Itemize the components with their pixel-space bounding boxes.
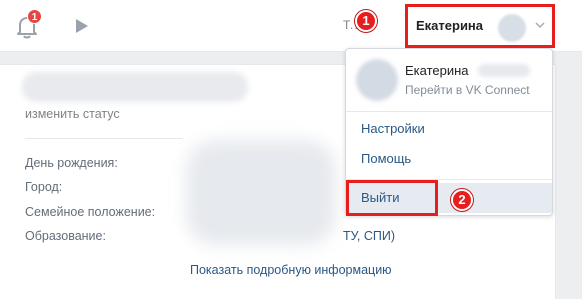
- vk-connect-link[interactable]: Перейти в VK Connect: [405, 83, 530, 97]
- step2-highlight-box: [346, 180, 438, 216]
- blurred-surname: [478, 64, 530, 77]
- show-more-info-link[interactable]: Показать подробную информацию: [190, 263, 392, 277]
- dropdown-avatar: [356, 59, 398, 101]
- dropdown-user-name[interactable]: Екатерина: [405, 63, 469, 78]
- step1-highlight-box: [405, 4, 555, 48]
- city-label: Город:: [25, 180, 63, 194]
- blurred-photo: [186, 140, 336, 245]
- menu-item-settings[interactable]: Настройки: [346, 114, 552, 144]
- family-status-label: Семейное положение:: [25, 205, 156, 219]
- blurred-profile-name: [22, 72, 248, 102]
- notification-count-badge: 1: [27, 9, 42, 24]
- divider: [25, 138, 183, 139]
- step2-badge: 2: [451, 189, 473, 211]
- education-label: Образование:: [25, 229, 106, 243]
- birthday-label: День рождения:: [25, 156, 118, 170]
- dropdown-divider: [346, 111, 552, 112]
- change-status-link[interactable]: изменить статус: [25, 107, 120, 121]
- play-icon[interactable]: [74, 17, 90, 35]
- page-scroll-area: [556, 64, 582, 299]
- step1-badge: 1: [355, 10, 377, 32]
- menu-item-help[interactable]: Помощь: [346, 144, 552, 174]
- education-value-link[interactable]: ТУ, СПИ): [343, 229, 395, 243]
